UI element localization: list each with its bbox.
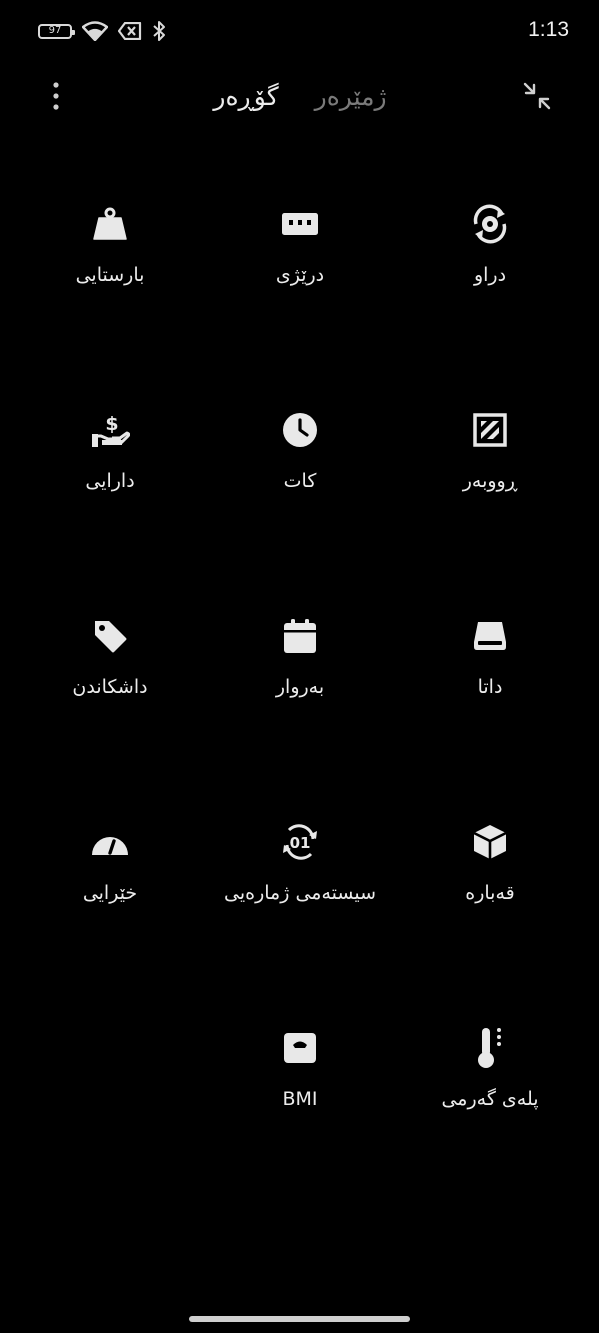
converter-label: بارستایی bbox=[75, 264, 145, 286]
converter-data[interactable]: داتا bbox=[395, 602, 585, 808]
app-header: گۆڕەر ژمێرەر bbox=[0, 64, 599, 128]
clock-icon bbox=[276, 406, 324, 454]
thermometer-icon bbox=[466, 1024, 514, 1072]
converter-grid: دراو درێژی بارستایی ڕووبەر کات $ دارایی … bbox=[14, 190, 585, 1220]
wifi-icon bbox=[82, 21, 108, 41]
status-icons: 97 bbox=[38, 20, 166, 42]
number-system-icon: 01 bbox=[276, 818, 324, 866]
converter-label: کات bbox=[283, 470, 317, 492]
converter-label: قەبارە bbox=[465, 882, 515, 904]
tab-converter[interactable]: گۆڕەر bbox=[213, 82, 278, 111]
more-vertical-icon bbox=[53, 82, 59, 110]
converter-label: پلەی گەرمی bbox=[441, 1088, 539, 1110]
converter-label: داتا bbox=[477, 676, 503, 698]
converter-label: BMI bbox=[282, 1088, 318, 1110]
converter-label: دراو bbox=[473, 264, 507, 286]
storage-icon bbox=[466, 612, 514, 660]
scale-icon bbox=[276, 1024, 324, 1072]
converter-number-system[interactable]: 01 سیستەمی ژمارەیی bbox=[205, 808, 395, 1014]
converter-label: بەروار bbox=[275, 676, 325, 698]
svg-text:$: $ bbox=[105, 413, 118, 435]
converter-speed[interactable]: خێرایی bbox=[15, 808, 205, 1014]
collapse-icon bbox=[523, 82, 551, 110]
converter-area[interactable]: ڕووبەر bbox=[395, 396, 585, 602]
converter-label: ڕووبەر bbox=[462, 470, 518, 492]
battery-level: 97 bbox=[48, 25, 62, 36]
no-sim-icon bbox=[118, 22, 142, 40]
converter-length[interactable]: درێژی bbox=[205, 190, 395, 396]
more-options-button[interactable] bbox=[36, 76, 76, 116]
svg-text:01: 01 bbox=[290, 834, 311, 852]
ruler-icon bbox=[276, 200, 324, 248]
converter-label: درێژی bbox=[275, 264, 325, 286]
converter-label: دارایی bbox=[85, 470, 135, 492]
status-time: 1:13 bbox=[528, 18, 569, 41]
home-indicator[interactable] bbox=[189, 1316, 410, 1322]
finance-icon: $ bbox=[86, 406, 134, 454]
converter-date[interactable]: بەروار bbox=[205, 602, 395, 808]
tab-calculator[interactable]: ژمێرەر bbox=[315, 82, 387, 111]
mode-tabs: گۆڕەر ژمێرەر bbox=[200, 76, 400, 116]
bluetooth-icon bbox=[152, 20, 166, 42]
converter-volume[interactable]: قەبارە bbox=[395, 808, 585, 1014]
converter-currency[interactable]: دراو bbox=[395, 190, 585, 396]
area-icon bbox=[466, 406, 514, 454]
converter-finance[interactable]: $ دارایی bbox=[15, 396, 205, 602]
tag-icon bbox=[86, 612, 134, 660]
converter-label: داشکاندن bbox=[72, 676, 148, 698]
box-icon bbox=[466, 818, 514, 866]
weight-icon bbox=[86, 200, 134, 248]
converter-mass[interactable]: بارستایی bbox=[15, 190, 205, 396]
converter-bmi[interactable]: BMI bbox=[205, 1014, 395, 1220]
collapse-button[interactable] bbox=[517, 76, 557, 116]
currency-exchange-icon bbox=[466, 200, 514, 248]
converter-label: سیستەمی ژمارەیی bbox=[224, 882, 376, 904]
converter-label: خێرایی bbox=[82, 882, 138, 904]
calendar-icon bbox=[276, 612, 324, 660]
battery-icon: 97 bbox=[38, 23, 75, 39]
converter-time[interactable]: کات bbox=[205, 396, 395, 602]
speedometer-icon bbox=[86, 818, 134, 866]
converter-discount[interactable]: داشکاندن bbox=[15, 602, 205, 808]
converter-temperature[interactable]: پلەی گەرمی bbox=[395, 1014, 585, 1220]
status-bar: 97 1:13 bbox=[0, 0, 599, 64]
